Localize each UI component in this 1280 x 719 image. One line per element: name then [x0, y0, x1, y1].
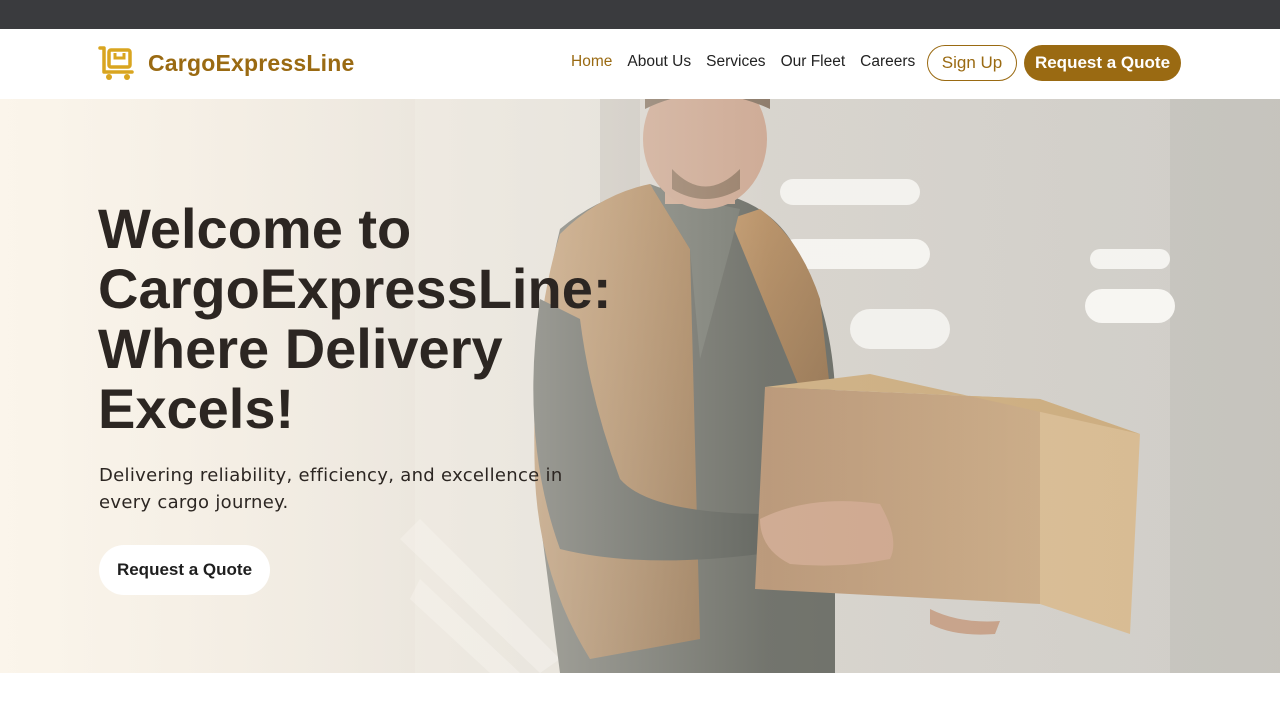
sign-up-button[interactable]: Sign Up: [927, 45, 1017, 81]
hero-section: Welcome to CargoExpressLine: Where Deliv…: [0, 99, 1280, 673]
brand-name: CargoExpressLine: [148, 49, 355, 76]
hero-title: Welcome to CargoExpressLine: Where Deliv…: [98, 197, 612, 440]
nav-careers[interactable]: Careers: [860, 53, 915, 71]
cart-box-icon: [98, 46, 134, 80]
nav-services[interactable]: Services: [706, 53, 765, 71]
request-quote-hero-button[interactable]: Request a Quote: [99, 545, 270, 595]
nav-our-fleet[interactable]: Our Fleet: [781, 53, 846, 71]
hero-subtitle: Delivering reliability, efficiency, and …: [99, 465, 563, 513]
top-bar: [0, 0, 1280, 29]
navbar: CargoExpressLine Home About Us Services …: [0, 29, 1280, 99]
brand-logo[interactable]: CargoExpressLine: [98, 45, 354, 81]
nav-about-us[interactable]: About Us: [627, 53, 691, 71]
main-nav: Home About Us Services Our Fleet Careers: [571, 53, 930, 71]
nav-home[interactable]: Home: [571, 53, 612, 71]
request-quote-nav-button[interactable]: Request a Quote: [1024, 45, 1181, 81]
